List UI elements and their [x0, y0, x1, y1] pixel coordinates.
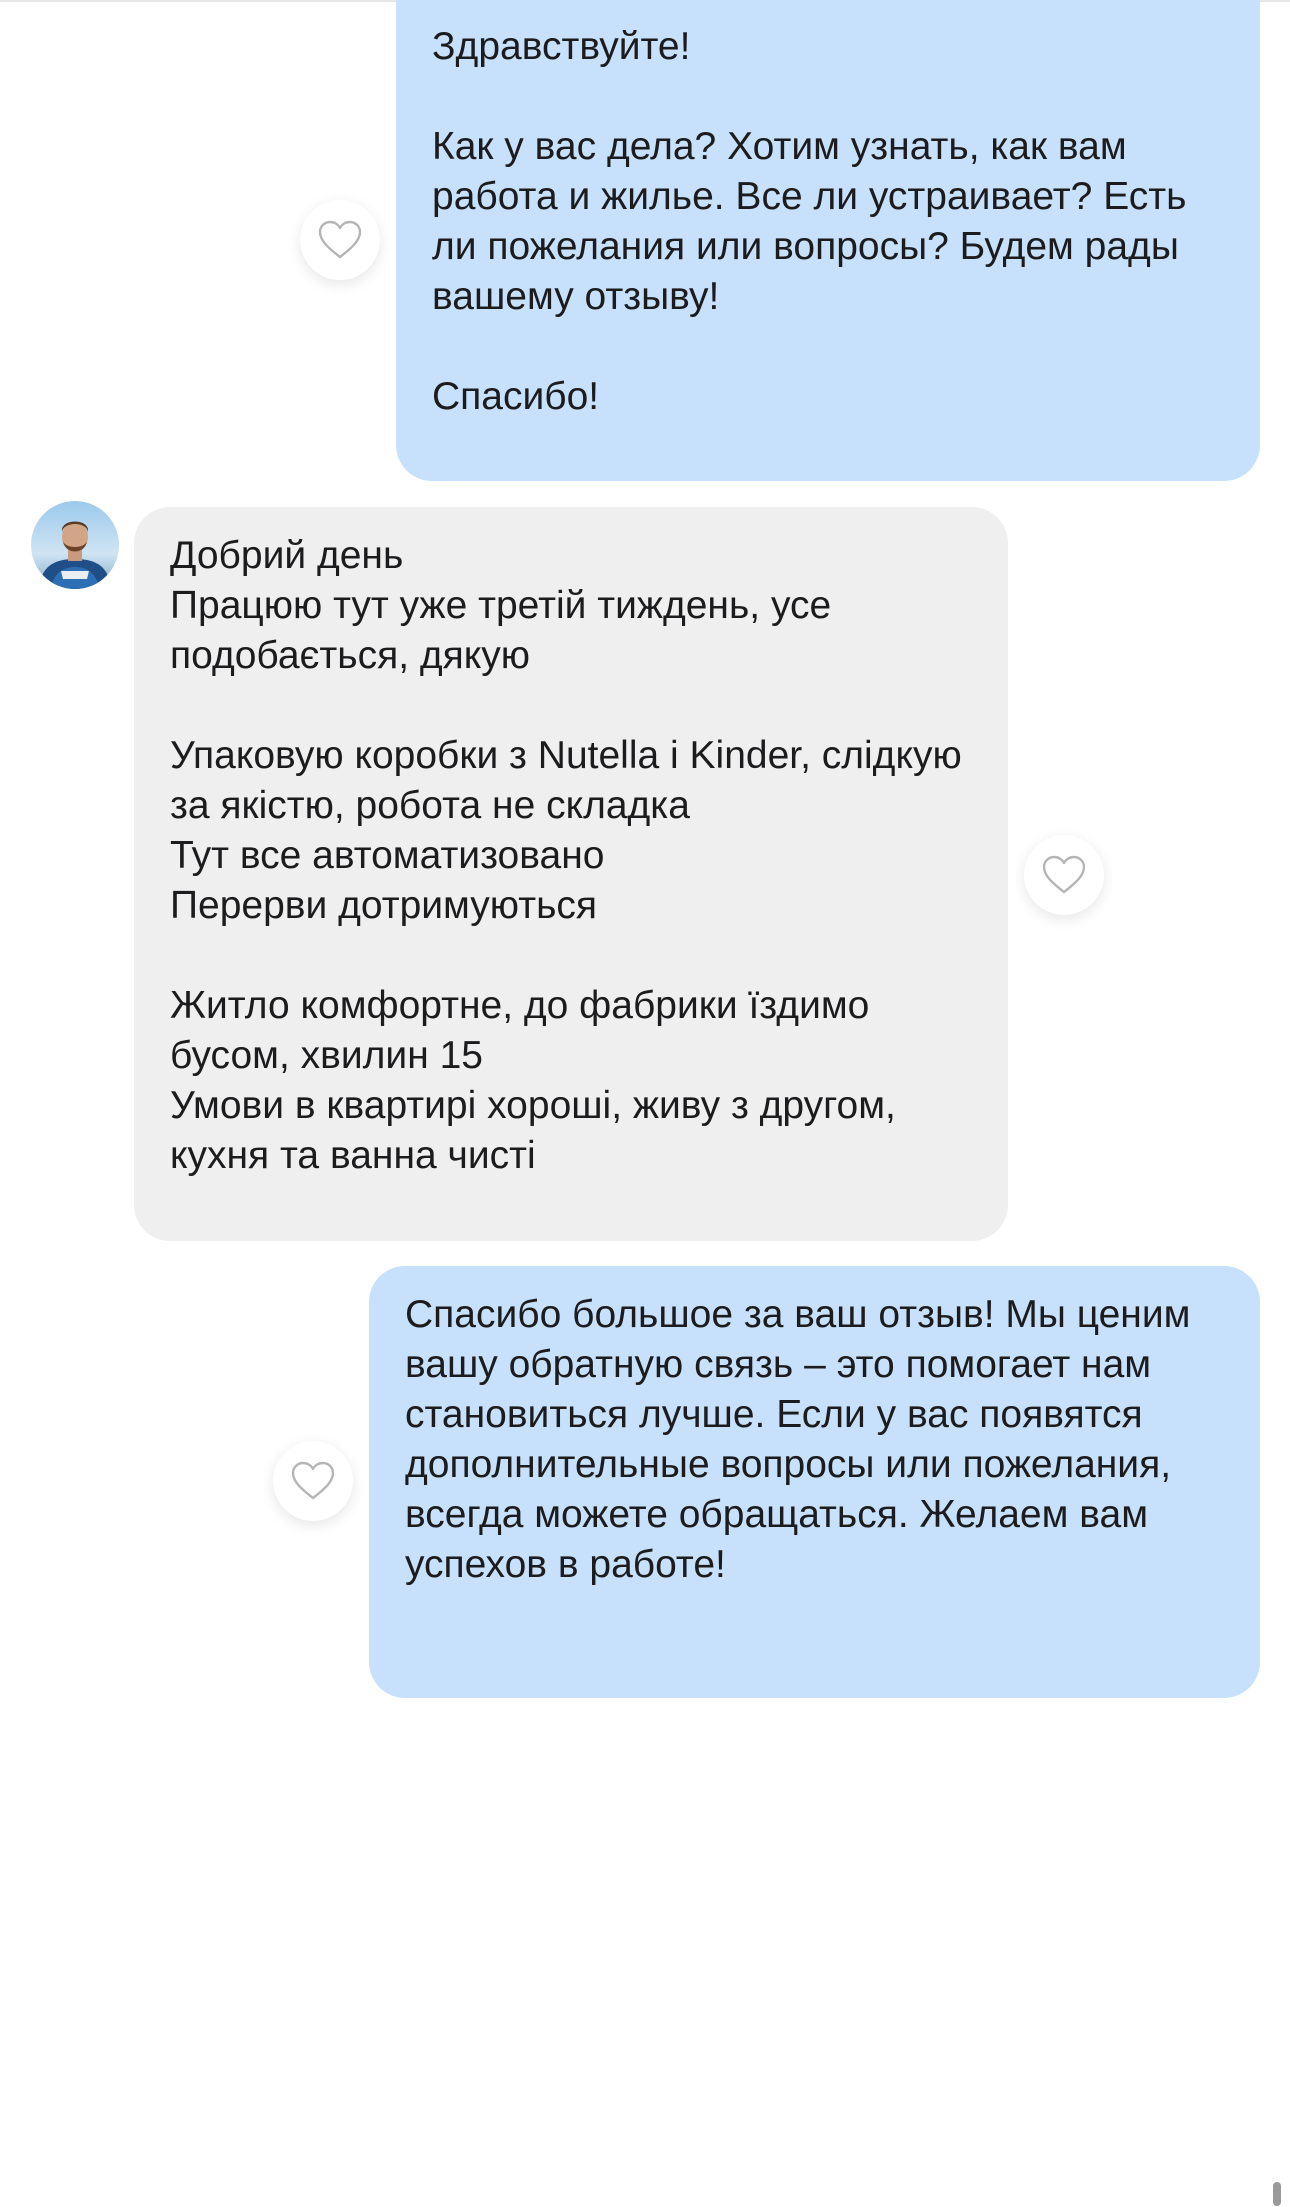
message-bubble-incoming[interactable]: Добрий день Працюю тут уже третій тижден… [134, 507, 1008, 1241]
heart-outline-icon [1042, 855, 1086, 894]
like-button[interactable] [273, 1441, 353, 1521]
like-button[interactable] [300, 200, 380, 280]
avatar[interactable] [31, 501, 119, 589]
message-bubble-outgoing[interactable]: Здравствуйте! Как у вас дела? Хотим узна… [396, 0, 1260, 481]
scrollbar[interactable] [1273, 2182, 1281, 2206]
heart-outline-icon [291, 1461, 335, 1500]
message-bubble-outgoing[interactable]: Спасибо большое за ваш отзыв! Мы ценим в… [369, 1266, 1260, 1698]
like-button[interactable] [1024, 835, 1104, 915]
user-avatar-photo [31, 501, 119, 589]
heart-outline-icon [318, 220, 362, 259]
